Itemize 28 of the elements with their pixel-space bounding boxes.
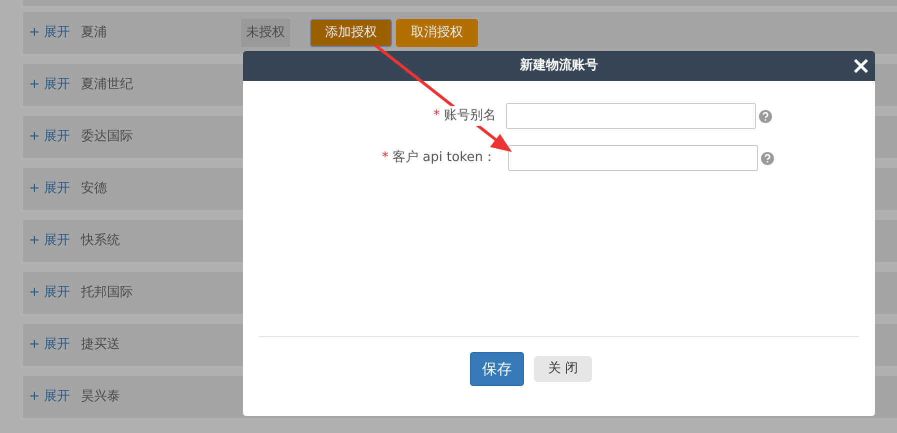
- field-label: * 账号别名: [433, 106, 496, 126]
- carrier-name: 捷买送: [81, 336, 121, 354]
- expand-link[interactable]: + 展开: [29, 387, 81, 407]
- carrier-name: 托邦国际: [81, 284, 134, 302]
- carrier-name: 快系统: [81, 232, 121, 250]
- expand-link[interactable]: + 展开: [29, 23, 81, 43]
- carrier-name: 安德: [81, 180, 108, 198]
- expand-link[interactable]: + 展开: [29, 179, 81, 199]
- help-icon[interactable]: [761, 152, 774, 164]
- action-button[interactable]: 添加授权: [310, 19, 392, 47]
- close-icon[interactable]: [853, 58, 869, 74]
- action-button[interactable]: 取消授权: [396, 19, 478, 47]
- carrier-name: 委达国际: [81, 128, 134, 146]
- expand-link[interactable]: + 展开: [29, 231, 81, 251]
- carrier-name: 夏浦: [81, 24, 108, 42]
- save-button[interactable]: 保存: [470, 352, 524, 386]
- expand-link[interactable]: + 展开: [29, 75, 81, 95]
- close-button[interactable]: 关 闭: [534, 356, 592, 382]
- help-icon[interactable]: [759, 110, 772, 122]
- status-label: 未授权: [241, 19, 290, 47]
- expand-link[interactable]: + 展开: [29, 127, 81, 147]
- carrier-name: 昊兴泰: [81, 388, 121, 406]
- input-field[interactable]: [508, 145, 758, 171]
- carrier-name: 夏浦世纪: [81, 76, 134, 94]
- input-field[interactable]: [506, 103, 756, 129]
- expand-link[interactable]: + 展开: [29, 283, 81, 303]
- dialog-title: 新建物流账号: [520, 56, 598, 76]
- expand-link[interactable]: + 展开: [29, 335, 81, 355]
